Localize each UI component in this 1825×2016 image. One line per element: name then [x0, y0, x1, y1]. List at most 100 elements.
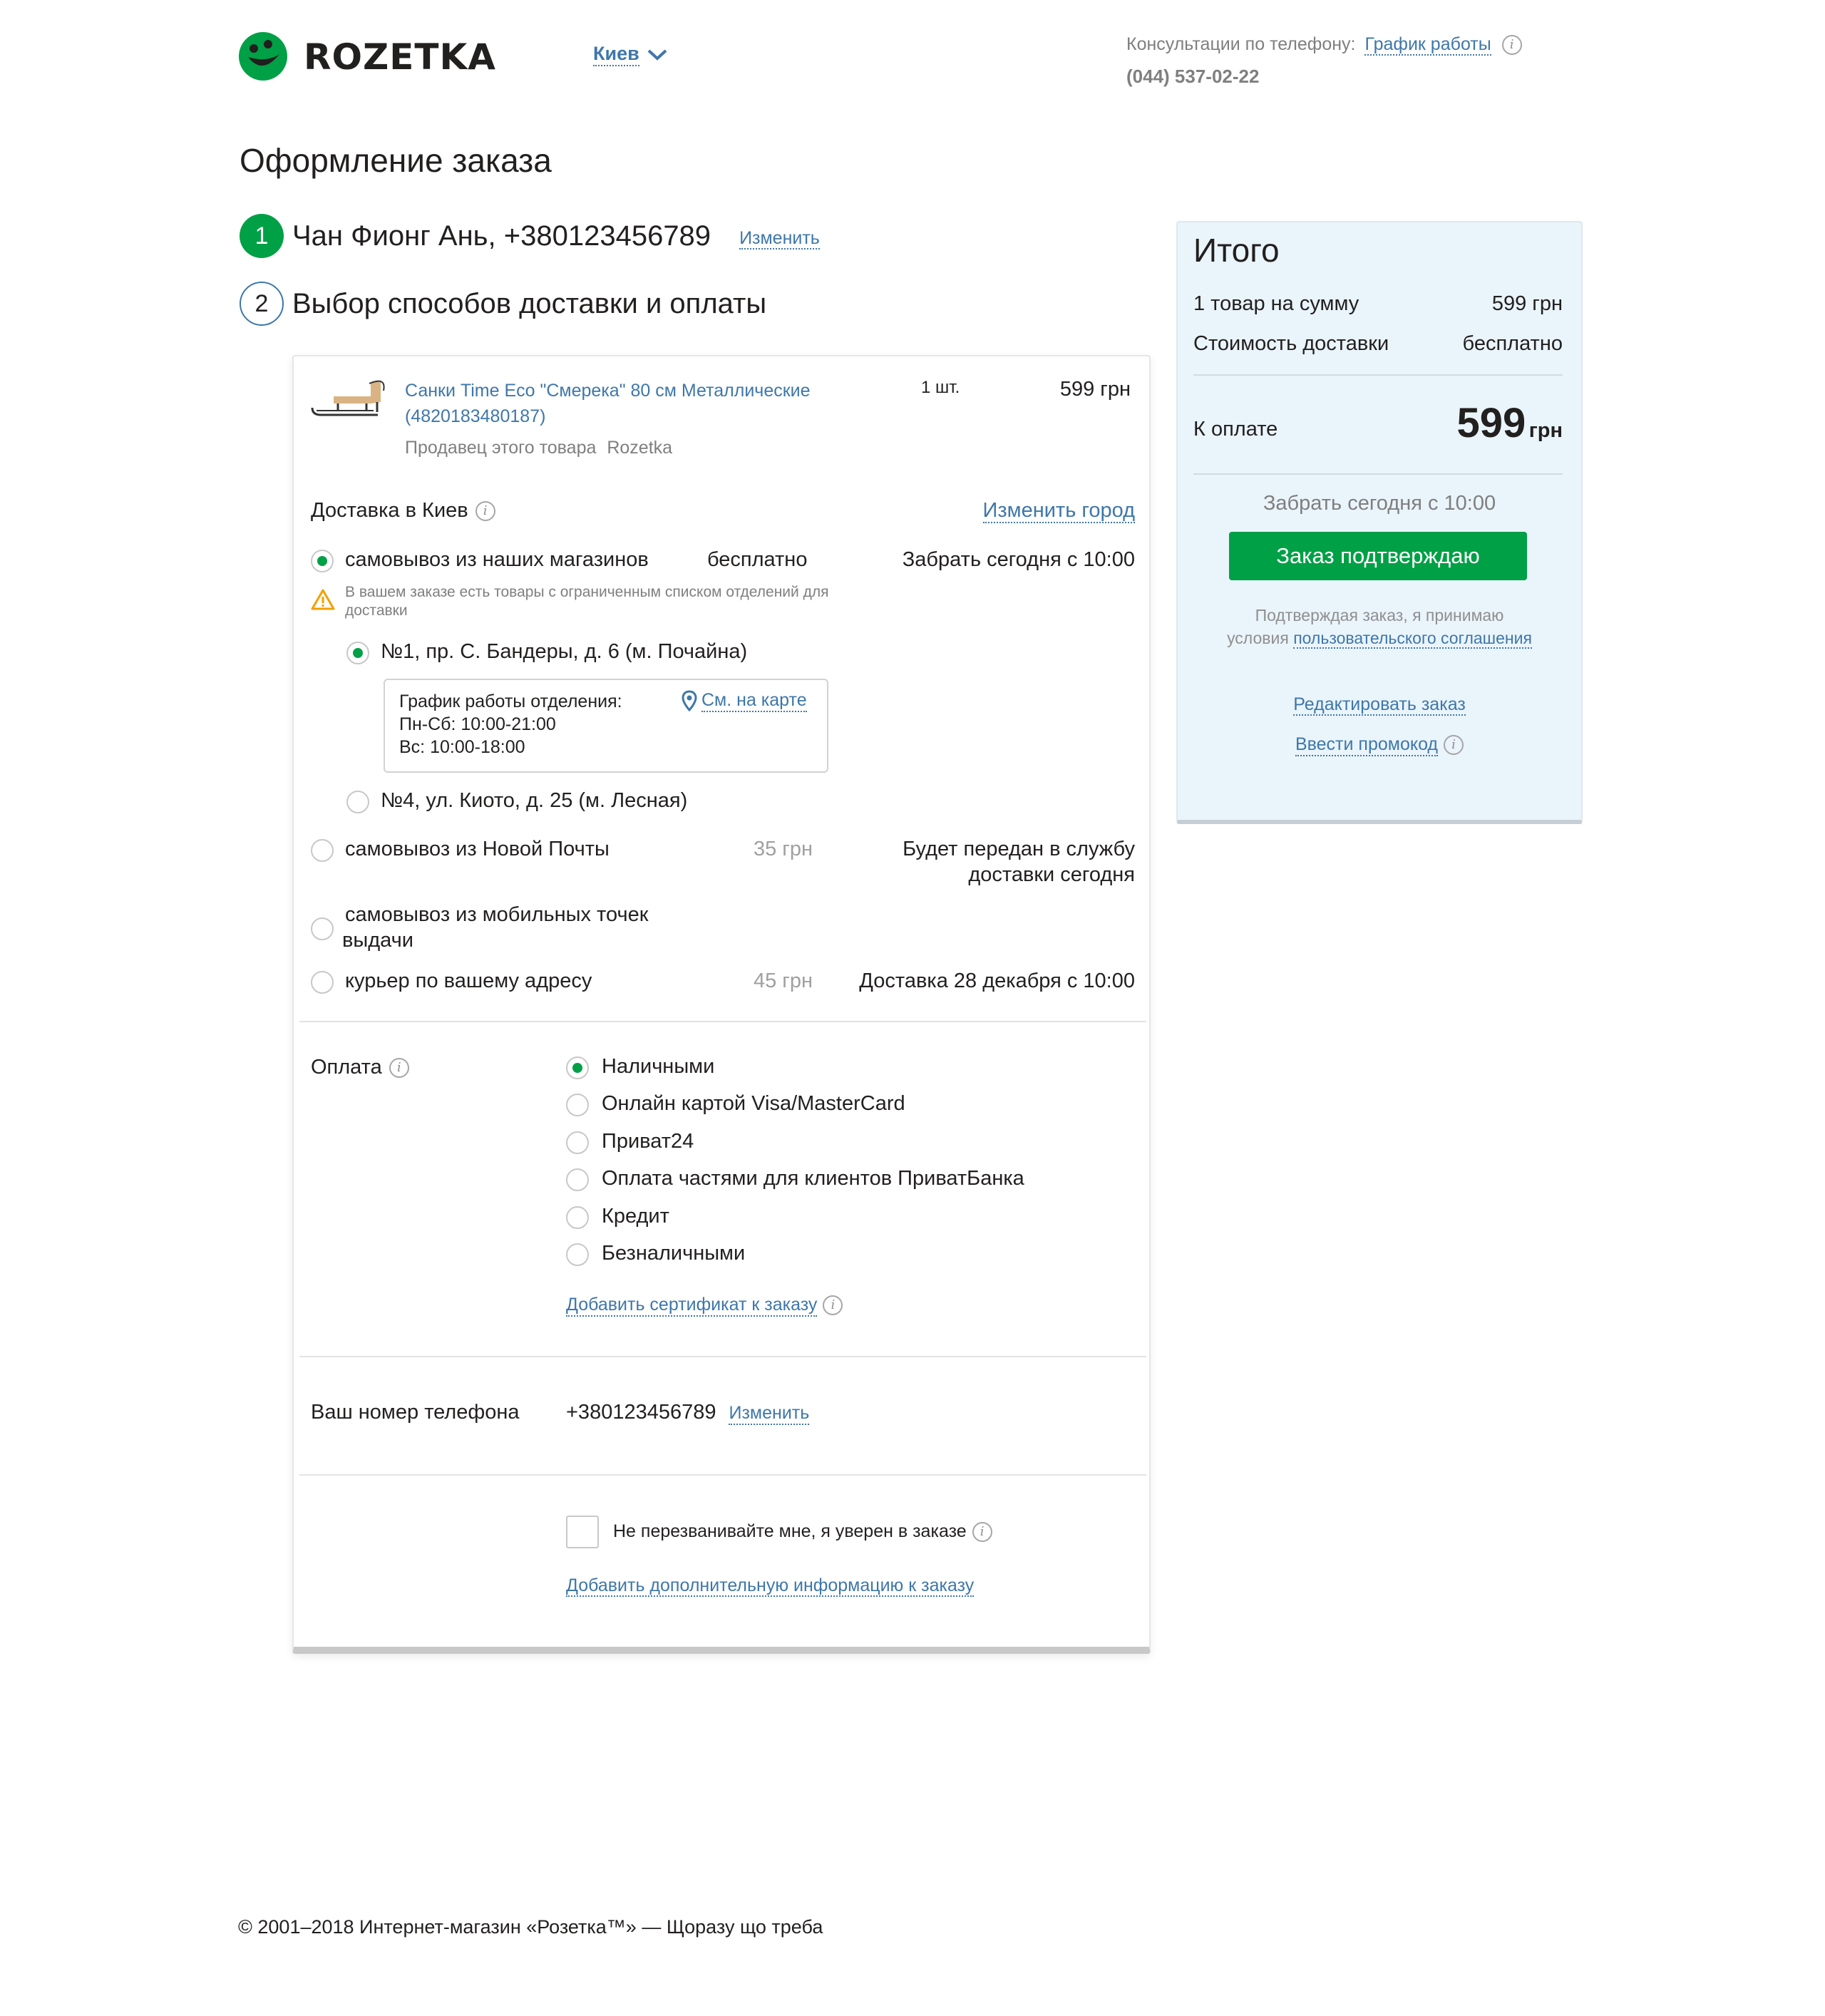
phone-value: +380123456789 — [566, 1401, 716, 1424]
delivery-radio-nova-poshta[interactable] — [311, 839, 334, 862]
delivery-option-note: Будет передан в службу — [903, 838, 1135, 860]
delivery-option-note: Забрать сегодня с 10:00 — [902, 548, 1135, 571]
city-selector[interactable]: Киев — [593, 43, 668, 67]
info-icon[interactable]: i — [1444, 735, 1464, 756]
add-extra-info-link[interactable]: Добавить дополнительную информацию к зак… — [566, 1575, 975, 1597]
summary-delivery-value: бесплатно — [1462, 332, 1563, 355]
confirm-order-button[interactable]: Заказ подтверждаю — [1229, 532, 1527, 580]
divider — [1193, 473, 1563, 475]
header-phone: (044) 537-02-22 — [1126, 66, 1260, 87]
payment-radio-credit[interactable] — [566, 1206, 589, 1229]
delivery-option-label[interactable]: самовывоз из наших магазинов — [345, 548, 649, 572]
delivery-option-label[interactable]: курьер по вашему адресу — [345, 970, 592, 993]
store-radio-4[interactable] — [346, 791, 369, 813]
divider — [299, 1356, 1146, 1357]
promo-wrap: Ввести промокод i — [1176, 734, 1583, 756]
payment-option-label[interactable]: Приват24 — [602, 1130, 694, 1153]
delivery-option-label[interactable]: выдачи — [342, 929, 413, 952]
agreement-line-2: условия пользовательского соглашения — [1176, 629, 1583, 649]
delivery-option-label[interactable]: самовывоз из мобильных точек — [345, 903, 648, 927]
edit-order-link[interactable]: Редактировать заказ — [1293, 694, 1466, 716]
extra-info-wrap: Добавить дополнительную информацию к зак… — [566, 1575, 975, 1597]
delivery-option-note: доставки сегодня — [968, 863, 1135, 886]
delivery-option-label[interactable]: самовывоз из Новой Почты — [345, 838, 610, 861]
store-option-label[interactable]: №4, ул. Киото, д. 25 (м. Лесная) — [381, 789, 687, 813]
summary-pay-currency: грн — [1528, 419, 1563, 442]
payment-radio-installments[interactable] — [566, 1168, 589, 1191]
step-number-2: 2 — [240, 282, 284, 326]
product-qty: 1 шт. — [921, 378, 960, 397]
page-title: Оформление заказа — [240, 142, 552, 179]
delivery-title-text: Доставка в Киев — [311, 499, 468, 522]
info-icon[interactable]: i — [389, 1057, 409, 1078]
consult-label: Консультации по телефону: — [1126, 34, 1356, 54]
summary-items-label: 1 товар на сумму — [1193, 292, 1359, 315]
phone-label: Ваш номер телефона — [311, 1401, 520, 1424]
seller-label: Продавец этого товара — [405, 438, 597, 458]
step-number-1: 1 — [240, 214, 284, 258]
footer-copyright: © 2001–2018 Интернет-магазин «Розетка™» … — [238, 1916, 823, 1938]
payment-option-label[interactable]: Наличными — [602, 1055, 714, 1079]
payment-radio-cashless[interactable] — [566, 1243, 589, 1266]
delivery-option-price: 35 грн — [753, 838, 813, 860]
summary-delivery-label: Стоимость доставки — [1193, 332, 1389, 355]
info-icon[interactable]: i — [823, 1295, 843, 1316]
product-price: 599 грн — [1059, 378, 1131, 401]
user-agreement-link[interactable]: пользовательского соглашения — [1293, 629, 1532, 649]
logo[interactable]: ROZETKA — [238, 31, 530, 83]
step-2-title: Выбор способов доставки и оплаты — [292, 287, 767, 319]
add-certificate-link[interactable]: Добавить сертификат к заказу — [566, 1295, 818, 1317]
city-name[interactable]: Киев — [593, 43, 639, 67]
edit-phone-link[interactable]: Изменить — [729, 1403, 810, 1425]
schedule-title: График работы отделения: — [399, 691, 622, 711]
enter-promo-link[interactable]: Ввести промокод — [1295, 734, 1439, 756]
agreement-prefix: условия — [1227, 629, 1289, 647]
no-callback-checkbox[interactable] — [566, 1516, 599, 1548]
product-name-link[interactable]: Санки Time Eco "Смерека" 80 см Металличе… — [405, 378, 861, 429]
info-icon[interactable]: i — [475, 500, 495, 521]
summary-pay-amount: 599 — [1456, 400, 1526, 446]
delivery-radio-courier[interactable] — [311, 971, 334, 994]
payment-radio-card[interactable] — [566, 1094, 589, 1116]
delivery-option-price: 45 грн — [753, 970, 813, 992]
summary-items-value: 599 грн — [1491, 292, 1563, 315]
delivery-radio-store-pickup[interactable] — [311, 550, 334, 572]
schedule-sunday: Вс: 10:00-18:00 — [399, 737, 525, 757]
info-icon[interactable]: i — [1501, 35, 1522, 56]
change-city-link[interactable]: Изменить город — [982, 499, 1135, 523]
seller-info: Продавец этого товара Rozetka — [405, 438, 672, 458]
store-option-label[interactable]: №1, пр. С. Бандеры, д. 6 (м. Почайна) — [381, 640, 747, 664]
delivery-radio-mobile-points[interactable] — [311, 917, 334, 940]
schedule-link[interactable]: График работы — [1364, 34, 1491, 56]
logo-text: ROZETKA — [304, 36, 496, 78]
sled-product-image[interactable] — [309, 376, 388, 419]
schedule-weekdays: Пн-Сб: 10:00-21:00 — [399, 714, 556, 734]
summary-total: 599 грн — [1354, 399, 1563, 447]
edit-contact-link[interactable]: Изменить — [739, 228, 820, 250]
payment-option-label[interactable]: Оплата частями для клиентов ПриватБанка — [602, 1167, 1024, 1190]
delivery-option-note: Доставка 28 декабря с 10:00 — [859, 970, 1135, 992]
store-radio-1[interactable] — [346, 642, 369, 664]
seller-name: Rozetka — [607, 438, 673, 458]
see-on-map-link[interactable]: См. на карте — [701, 690, 807, 712]
chevron-down-icon — [647, 49, 667, 61]
payment-title: Оплата i — [311, 1056, 409, 1079]
rozetka-smiley-icon — [239, 32, 287, 81]
change-city-wrap: Изменить город — [927, 499, 1135, 523]
payment-title-text: Оплата — [311, 1056, 382, 1079]
map-link-wrap: См. на карте — [682, 690, 807, 712]
no-callback-wrap: Не перезванивайте мне, я уверен в заказе… — [613, 1521, 992, 1542]
payment-radio-privat24[interactable] — [566, 1131, 589, 1154]
step-1-title: Чан Фионг Ань, +380123456789 — [292, 220, 711, 252]
delivery-option-price: бесплатно — [707, 548, 808, 571]
no-callback-label[interactable]: Не перезванивайте мне, я уверен в заказе — [613, 1521, 967, 1542]
info-icon[interactable]: i — [972, 1521, 992, 1542]
consultation: Консультации по телефону: График работы … — [1126, 34, 1522, 56]
payment-option-label[interactable]: Онлайн картой Visa/MasterCard — [602, 1092, 905, 1116]
agreement-line-1: Подтверждая заказ, я принимаю — [1255, 606, 1504, 624]
payment-radio-cash[interactable] — [566, 1056, 589, 1079]
payment-option-label[interactable]: Безналичными — [602, 1242, 745, 1265]
summary-pay-label: К оплате — [1193, 418, 1278, 441]
payment-option-label[interactable]: Кредит — [602, 1205, 669, 1228]
divider — [299, 1021, 1146, 1022]
